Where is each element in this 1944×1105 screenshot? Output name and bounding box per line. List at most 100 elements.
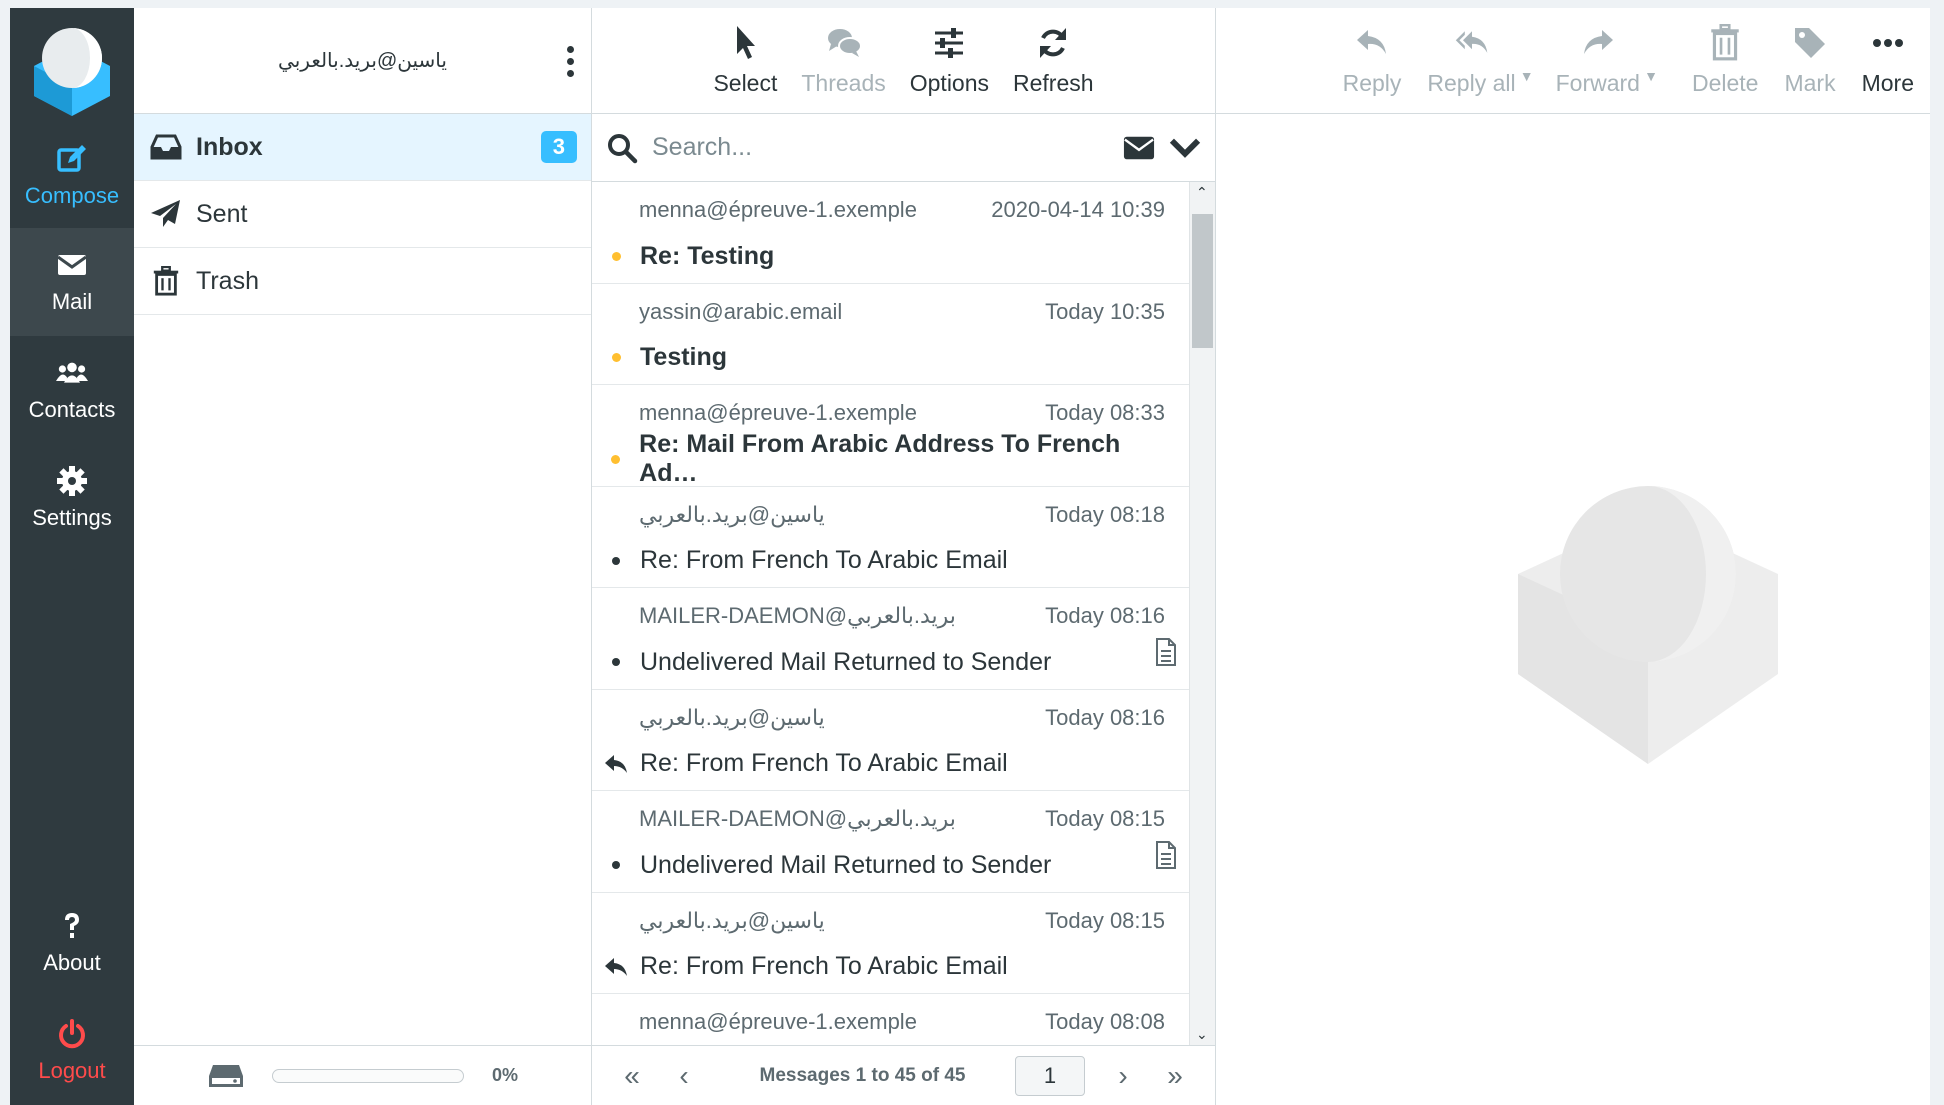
compose-label: Compose <box>24 183 120 208</box>
delete-label: Delete <box>1691 70 1759 96</box>
message-date: Today 08:15 <box>1045 907 1165 933</box>
search-input[interactable]: Search... <box>652 133 1109 162</box>
previous-page-icon[interactable]: ‹ <box>658 1060 710 1092</box>
replied-icon <box>605 754 627 773</box>
folder-sent[interactable]: Sent <box>134 181 591 248</box>
message-sender: ياسين@بريد.بالعربي <box>639 501 825 527</box>
read-dot-icon[interactable] <box>612 556 620 565</box>
more-label: More <box>1861 70 1914 96</box>
message-row[interactable]: yassin@arabic.email Today 10:35 Testing <box>592 284 1189 385</box>
message-subject: Re: From French To Arabic Email <box>640 546 1008 574</box>
read-dot-icon[interactable] <box>612 658 620 666</box>
message-date: 2020-04-14 10:39 <box>991 197 1165 222</box>
forward-dropdown-icon[interactable]: ▼ <box>1644 68 1658 84</box>
attachment-icon <box>1156 637 1176 666</box>
more-button[interactable]: More <box>1854 24 1922 97</box>
sliders-icon <box>935 28 964 58</box>
unread-count-badge: 3 <box>540 131 577 163</box>
options-button[interactable]: Options <box>910 24 989 97</box>
read-dot-icon[interactable] <box>612 861 620 869</box>
replied-icon <box>605 957 627 976</box>
contacts-button[interactable]: Contacts <box>10 336 134 444</box>
message-row[interactable]: MAILER-DAEMON@بريد.بالعربي Today 08:15 Und… <box>592 791 1189 893</box>
envelope-filter-icon[interactable] <box>1123 132 1155 164</box>
folder-actions-menu-icon[interactable] <box>565 46 575 77</box>
folder-trash[interactable]: Trash <box>134 248 591 315</box>
page-number-input[interactable]: 1 <box>1015 1055 1085 1096</box>
message-row[interactable]: ياسين@بريد.بالعربي Today 08:15 Re: From Fr… <box>592 893 1189 994</box>
forward-button[interactable]: Forward ▼ <box>1548 24 1658 97</box>
refresh-button[interactable]: Refresh <box>1013 24 1094 97</box>
message-date: Today 08:18 <box>1045 501 1165 527</box>
select-button[interactable]: Select <box>713 24 777 97</box>
chevron-down-icon[interactable] <box>1169 132 1201 164</box>
message-subject: Re: Testing <box>640 241 775 270</box>
about-button[interactable]: About <box>10 889 134 997</box>
reply-all-dropdown-icon[interactable]: ▼ <box>1520 68 1534 84</box>
folder-sent-label: Sent <box>196 199 248 228</box>
message-sender: menna@épreuve-1.exemple <box>639 1009 917 1034</box>
forward-icon <box>1583 30 1613 54</box>
contacts-label: Contacts <box>28 397 116 422</box>
forward-label: Forward <box>1555 70 1640 96</box>
scrollbar-thumb[interactable] <box>1192 214 1213 348</box>
storage-icon <box>209 1064 243 1087</box>
unread-dot-icon[interactable] <box>611 251 621 261</box>
folder-trash-label: Trash <box>196 266 259 295</box>
message-row[interactable]: ياسين@بريد.بالعربي Today 08:18 Re: From Fr… <box>592 487 1189 588</box>
paper-plane-icon <box>151 200 180 227</box>
message-list-scrollbar[interactable]: ⌃ ⌄ <box>1189 182 1215 1045</box>
message-date: Today 08:15 <box>1045 806 1165 831</box>
first-page-icon[interactable]: « <box>606 1060 658 1092</box>
message-status <box>604 556 628 565</box>
mark-button[interactable]: Mark <box>1776 24 1843 97</box>
power-icon <box>59 1019 85 1049</box>
reply-button[interactable]: Reply <box>1335 24 1410 97</box>
search-icon[interactable] <box>606 132 638 164</box>
message-date: Today 08:33 <box>1045 400 1165 425</box>
message-row[interactable]: menna@épreuve-1.exemple Today 08:08 <box>592 994 1189 1045</box>
message-sender: menna@épreuve-1.exemple <box>639 400 917 425</box>
message-sender: ياسين@بريد.بالعربي <box>639 907 825 933</box>
compose-button[interactable]: Compose <box>10 124 134 228</box>
message-list-panel: Select Threads Options Refresh Search...… <box>592 8 1216 1105</box>
folders-panel: ياسين@بريد.بالعربي Inbox 3 Sent Trash 0% <box>134 8 592 1105</box>
message-status <box>604 353 628 362</box>
reply-all-icon <box>1455 31 1487 53</box>
mail-button[interactable]: Mail <box>10 228 134 336</box>
message-row[interactable]: MAILER-DAEMON@بريد.بالعربي Today 08:16 Und… <box>592 588 1189 690</box>
unread-dot-icon[interactable] <box>611 454 621 464</box>
message-date: Today 08:16 <box>1045 603 1165 628</box>
mail-label: Mail <box>51 289 93 314</box>
search-bar: Search... <box>592 114 1215 182</box>
message-date: Today 08:08 <box>1045 1009 1165 1034</box>
reply-all-button[interactable]: Reply all ▼ <box>1419 24 1534 97</box>
roundcube-watermark-icon <box>1518 486 1778 764</box>
message-status <box>604 251 628 261</box>
message-status <box>604 956 628 978</box>
scroll-up-arrow-icon[interactable]: ⌃ <box>1196 184 1208 201</box>
gear-icon <box>57 466 87 496</box>
scroll-down-arrow-icon[interactable]: ⌄ <box>1196 1026 1208 1043</box>
folder-inbox[interactable]: Inbox 3 <box>134 114 591 181</box>
message-row[interactable]: ياسين@بريد.بالعربي Today 08:16 Re: From Fr… <box>592 690 1189 791</box>
pagination: « ‹ Messages 1 to 45 of 45 1 › » <box>592 1045 1215 1105</box>
unread-dot-icon[interactable] <box>611 353 621 362</box>
message-subject: Testing <box>640 343 728 371</box>
refresh-label: Refresh <box>1013 70 1094 96</box>
message-row[interactable]: menna@épreuve-1.exemple Today 08:33 Re: Ma… <box>592 385 1189 487</box>
roundcube-logo[interactable] <box>10 8 134 124</box>
last-page-icon[interactable]: » <box>1149 1060 1201 1092</box>
logout-button[interactable]: Logout <box>10 997 134 1105</box>
delete-button[interactable]: Delete <box>1684 24 1766 97</box>
next-page-icon[interactable]: › <box>1097 1060 1149 1092</box>
preview-panel: Reply Reply all ▼ Forward ▼ Delete Mark <box>1216 8 1930 1105</box>
reply-label: Reply <box>1342 70 1402 96</box>
message-subject: Re: Mail From Arabic Address To French A… <box>639 430 1121 487</box>
message-row[interactable]: menna@épreuve-1.exemple 2020-04-14 10:39 R… <box>592 182 1189 284</box>
logout-label: Logout <box>38 1058 106 1083</box>
threads-button[interactable]: Threads <box>801 24 886 97</box>
settings-button[interactable]: Settings <box>10 444 134 552</box>
message-sender: yassin@arabic.email <box>639 298 843 324</box>
inbox-icon <box>150 134 182 160</box>
